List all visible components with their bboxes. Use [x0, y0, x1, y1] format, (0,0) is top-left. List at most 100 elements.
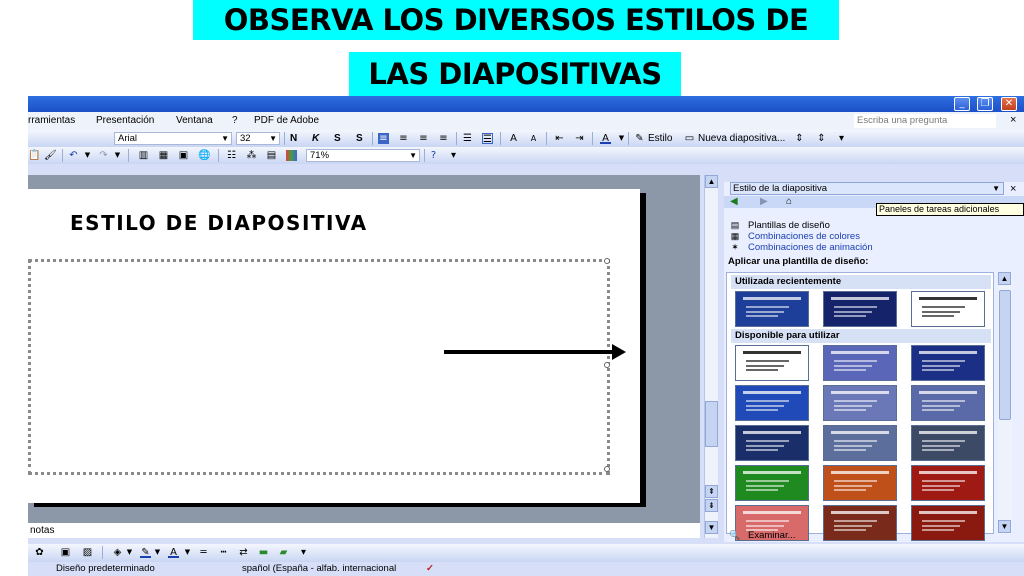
task-pane-selector[interactable]: Estilo de la diapositiva ▼	[730, 182, 1004, 195]
align-left-icon[interactable]: ≡	[378, 133, 389, 144]
line-color-icon[interactable]: ✎	[140, 547, 151, 558]
scroll-thumb[interactable]	[999, 290, 1011, 420]
content-placeholder[interactable]	[28, 258, 610, 475]
style-button[interactable]: Estilo	[648, 132, 672, 145]
menu-ventana[interactable]: Ventana	[176, 115, 213, 126]
menu-herramientas[interactable]: rramientas	[28, 115, 75, 126]
redo-icon[interactable]: ↷	[98, 150, 109, 161]
scroll-thumb[interactable]	[705, 401, 718, 447]
close-button[interactable]: ✕	[1001, 97, 1017, 111]
scroll-down-icon[interactable]: ▼	[998, 520, 1011, 533]
available-template-thumbnail[interactable]	[911, 505, 985, 541]
slide-title[interactable]: ESTILO DE DIAPOSITIVA	[70, 211, 368, 235]
available-template-thumbnail[interactable]	[735, 465, 809, 501]
next-slide-icon[interactable]: ⇟	[705, 499, 718, 512]
chart-icon[interactable]: ▥	[138, 150, 149, 161]
clipart-icon[interactable]: ▣	[60, 547, 71, 558]
increase-indent-icon[interactable]: ⇥	[574, 133, 585, 144]
scroll-up-icon[interactable]: ▲	[705, 175, 718, 188]
toolbar-options-icon[interactable]: ▾	[298, 547, 309, 558]
menu-help[interactable]: ?	[232, 115, 238, 126]
browse-link[interactable]: Examinar...	[748, 530, 796, 541]
decrease-font-icon[interactable]: A	[528, 133, 539, 144]
resize-handle[interactable]	[604, 466, 610, 472]
paste-icon[interactable]: 📋	[28, 150, 40, 161]
underline-button[interactable]: S	[334, 132, 341, 145]
help-icon[interactable]: ?	[428, 150, 439, 161]
menu-presentacion[interactable]: Presentación	[96, 115, 154, 126]
shadow-style-icon[interactable]: ▬	[258, 547, 269, 558]
chevron-down-icon[interactable]: ▼	[182, 547, 193, 558]
expand-all-icon[interactable]: ☷	[226, 150, 237, 161]
link-color-schemes[interactable]: Combinaciones de colores	[748, 231, 860, 242]
available-template-thumbnail[interactable]	[735, 345, 809, 381]
shadow-button[interactable]: S	[356, 132, 363, 145]
back-icon[interactable]: ◀	[730, 196, 738, 207]
font-combo[interactable]: Arial ▼	[114, 132, 232, 145]
available-template-thumbnail[interactable]	[823, 345, 897, 381]
scroll-up-icon[interactable]: ▲	[998, 272, 1011, 285]
align-center-icon[interactable]: ≡	[398, 133, 409, 144]
bold-button[interactable]: N	[290, 132, 297, 145]
font-size-combo[interactable]: 32 ▼	[236, 132, 280, 145]
available-template-thumbnail[interactable]	[735, 385, 809, 421]
table-icon[interactable]: ▦	[158, 150, 169, 161]
notes-pane[interactable]: notas	[28, 523, 700, 538]
toolbar-options-icon[interactable]: ▾	[836, 133, 847, 144]
fill-color-icon[interactable]: ◈	[112, 547, 123, 558]
chevron-down-icon[interactable]: ▼	[152, 547, 163, 558]
available-template-thumbnail[interactable]	[823, 425, 897, 461]
zoom-combo[interactable]: 71% ▼	[306, 149, 420, 162]
autoshapes-icon[interactable]: ✿	[34, 547, 45, 558]
format-painter-icon[interactable]: 🖌	[44, 150, 57, 161]
align-right-icon[interactable]: ≡	[418, 133, 429, 144]
numbering-icon[interactable]: ☰	[462, 133, 473, 144]
previous-slide-icon[interactable]: ⇞	[705, 485, 718, 498]
bullets-icon[interactable]: ☰	[482, 133, 493, 145]
hyperlink-icon[interactable]: 🌐	[198, 150, 210, 161]
justify-icon[interactable]: ≡	[438, 133, 449, 144]
line-style-icon[interactable]: ═	[198, 547, 209, 558]
dash-style-icon[interactable]: ┅	[218, 547, 229, 558]
chevron-down-icon[interactable]: ▼	[112, 150, 123, 161]
increase-font-icon[interactable]: A	[508, 133, 519, 144]
new-slide-button[interactable]: Nueva diapositiva...	[698, 132, 785, 145]
recent-template-thumbnail[interactable]	[735, 291, 809, 327]
forward-icon[interactable]: ▶	[760, 196, 768, 207]
slide-scrollbar[interactable]: ▲ ⇞ ⇟ ▼	[704, 175, 718, 538]
close-task-pane-icon[interactable]: ×	[1010, 182, 1016, 196]
color-grayscale-icon[interactable]	[286, 150, 297, 161]
home-icon[interactable]: ⌂	[786, 196, 792, 207]
menu-pdf-adobe[interactable]: PDF de Adobe	[254, 115, 319, 126]
available-template-thumbnail[interactable]	[735, 425, 809, 461]
available-template-thumbnail[interactable]	[911, 465, 985, 501]
font-color-icon[interactable]: A	[168, 547, 179, 558]
available-template-thumbnail[interactable]	[911, 345, 985, 381]
close-document-button[interactable]: ×	[1010, 114, 1016, 126]
restore-button[interactable]: ❐	[977, 97, 993, 111]
available-template-thumbnail[interactable]	[911, 425, 985, 461]
show-formatting-icon[interactable]: ⁂	[246, 150, 257, 161]
chevron-down-icon[interactable]: ▼	[616, 133, 627, 144]
picture-icon[interactable]: ▨	[82, 547, 93, 558]
resize-handle[interactable]	[604, 362, 610, 368]
chevron-down-icon[interactable]: ▼	[82, 150, 93, 161]
slide-canvas[interactable]: ESTILO DE DIAPOSITIVA	[28, 189, 640, 503]
font-color-icon[interactable]: A	[600, 133, 611, 144]
ask-question-input[interactable]: Escriba una pregunta	[854, 114, 996, 128]
3d-style-icon[interactable]: ▰	[278, 547, 289, 558]
available-template-thumbnail[interactable]	[823, 385, 897, 421]
gallery-scrollbar[interactable]: ▲ ▼	[998, 272, 1012, 534]
minimize-button[interactable]: _	[954, 97, 970, 111]
scroll-down-icon[interactable]: ▼	[705, 521, 718, 534]
toolbar-options-icon[interactable]: ▾	[448, 150, 459, 161]
spellcheck-icon[interactable]: ✓	[426, 562, 434, 576]
collapse-icon[interactable]: ⇕	[816, 133, 827, 144]
link-animation-schemes[interactable]: Combinaciones de animación	[748, 242, 873, 253]
chevron-down-icon[interactable]: ▼	[124, 547, 135, 558]
available-template-thumbnail[interactable]	[823, 505, 897, 541]
insert-object-icon[interactable]: ▣	[178, 150, 189, 161]
resize-handle[interactable]	[604, 258, 610, 264]
available-template-thumbnail[interactable]	[823, 465, 897, 501]
recent-template-thumbnail[interactable]	[911, 291, 985, 327]
